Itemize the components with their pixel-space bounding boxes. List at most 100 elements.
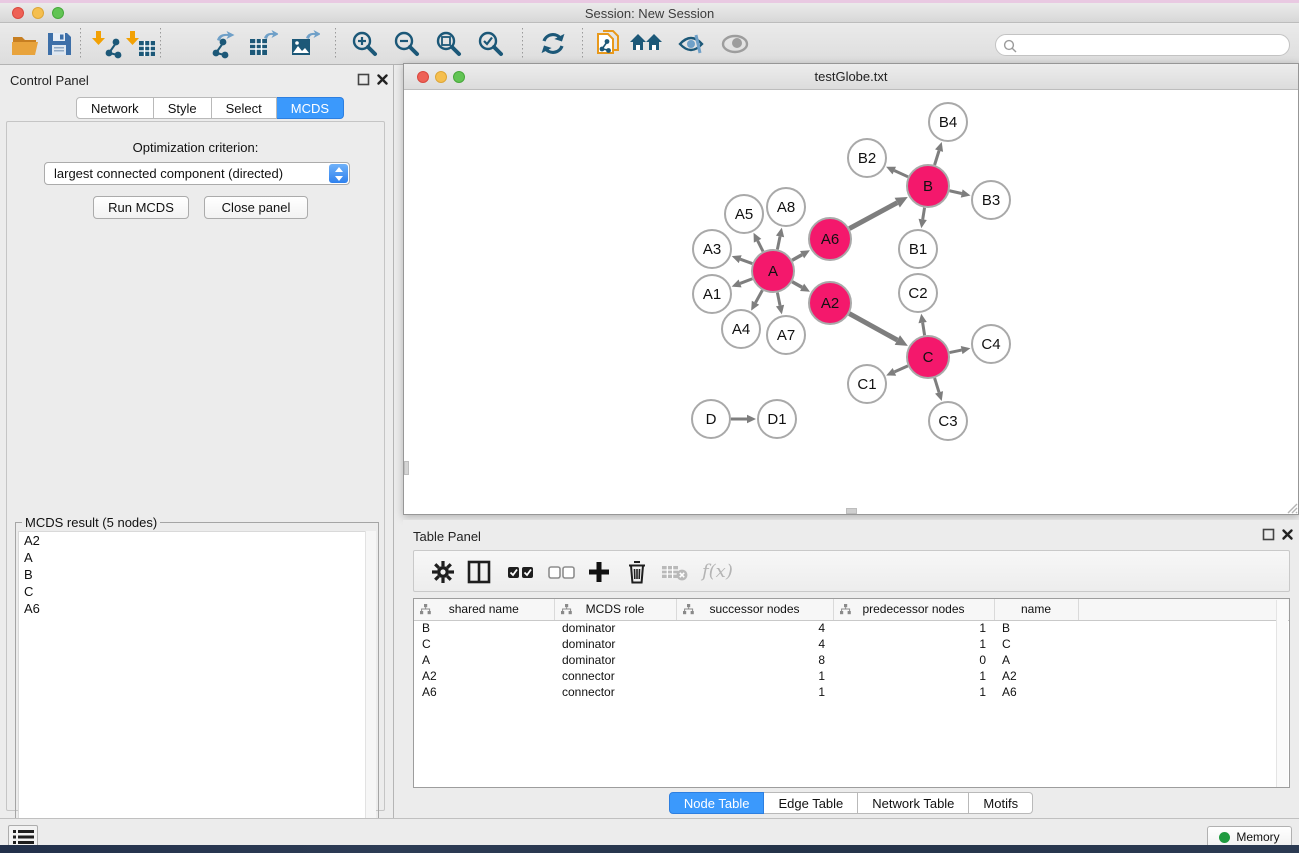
scrollbar-thumb[interactable] (846, 508, 857, 514)
node-label: A8 (777, 199, 795, 216)
graph-edge[interactable] (935, 378, 939, 392)
list-item[interactable]: B (19, 566, 366, 583)
float-panel-icon[interactable] (1262, 528, 1275, 541)
open-session-icon[interactable] (10, 29, 40, 59)
tab-style[interactable]: Style (154, 97, 212, 119)
graph-edge[interactable] (923, 208, 925, 220)
column-header-name[interactable]: name (994, 599, 1078, 620)
graph-edge[interactable] (792, 282, 802, 288)
edge-arrowhead-icon (732, 255, 742, 263)
network-window-titlebar[interactable]: testGlobe.txt (404, 64, 1298, 90)
add-column-icon[interactable] (586, 559, 612, 585)
graph-edge[interactable] (923, 323, 925, 336)
column-header-shared-name[interactable]: shared name (414, 599, 554, 620)
close-panel-button[interactable]: Close panel (204, 196, 308, 219)
graph-edge[interactable] (740, 259, 752, 263)
list-item[interactable]: C (19, 583, 366, 600)
zoom-fit-icon[interactable] (434, 29, 464, 59)
scrollbar-thumb[interactable] (404, 461, 409, 475)
graph-edge[interactable] (740, 279, 752, 284)
refresh-layout-icon[interactable] (538, 29, 568, 59)
float-panel-icon[interactable] (357, 73, 370, 86)
mcds-result-list[interactable]: A2 A B C A6 (18, 531, 367, 853)
graph-edge[interactable] (949, 191, 961, 194)
graph-edge[interactable] (849, 203, 897, 229)
toolbar-separator (335, 28, 336, 60)
table-header-row: shared name MCDS role successor nodes pr… (414, 599, 1290, 620)
resize-grip-icon[interactable] (1286, 502, 1298, 514)
list-item[interactable]: A (19, 549, 366, 566)
table-row[interactable]: A6connector11A6 (414, 684, 1290, 700)
node-label: C (923, 349, 934, 366)
tab-motifs[interactable]: Motifs (969, 792, 1033, 814)
main-toolbar (0, 24, 1299, 65)
run-mcds-button[interactable]: Run MCDS (93, 196, 189, 219)
graph-edge[interactable] (777, 236, 780, 249)
tab-edge-table[interactable]: Edge Table (764, 792, 858, 814)
node-label: C3 (938, 413, 957, 430)
search-box[interactable] (995, 34, 1290, 56)
duplicate-network-icon[interactable] (594, 29, 624, 59)
list-item[interactable]: A2 (19, 532, 366, 549)
delete-columns-icon[interactable] (624, 559, 650, 585)
export-image-icon[interactable] (290, 29, 320, 59)
import-network-icon[interactable] (92, 29, 122, 59)
zoom-in-icon[interactable] (350, 29, 380, 59)
tab-mcds[interactable]: MCDS (277, 97, 344, 119)
save-session-icon[interactable] (44, 29, 74, 59)
node-label: A2 (821, 295, 839, 312)
select-all-columns-icon[interactable] (506, 559, 532, 585)
toggle-bird-eye-icon[interactable] (720, 29, 750, 59)
graph-edge[interactable] (792, 255, 802, 261)
list-item[interactable]: A6 (19, 600, 366, 617)
table-row[interactable]: Adominator80A (414, 652, 1290, 668)
export-table-icon[interactable] (248, 29, 278, 59)
column-header-predecessor-nodes[interactable]: predecessor nodes (833, 599, 994, 620)
node-label: B (923, 178, 933, 195)
zoom-selected-icon[interactable] (476, 29, 506, 59)
show-graphics-details-icon[interactable] (676, 29, 706, 59)
graph-edge[interactable] (935, 151, 939, 165)
network-canvas[interactable]: A5A8A6A3AA1A2A4A7B4B2BB3B1C2C4CC1C3DD1 (404, 90, 1298, 514)
tab-network-table[interactable]: Network Table (858, 792, 969, 814)
edge-arrowhead-icon (918, 314, 926, 324)
column-layout-icon[interactable] (466, 559, 492, 585)
table-row[interactable]: Bdominator41B (414, 620, 1290, 636)
search-input[interactable] (1020, 36, 1280, 54)
main-window: Session: New Session (0, 3, 1299, 845)
graph-edge[interactable] (950, 350, 962, 352)
network-graph[interactable]: A5A8A6A3AA1A2A4A7B4B2BB3B1C2C4CC1C3DD1 (404, 90, 1298, 514)
tab-node-table[interactable]: Node Table (669, 792, 765, 814)
panel-divider[interactable] (393, 65, 394, 818)
scrollbar[interactable] (365, 531, 376, 853)
home-view-icon[interactable] (630, 29, 660, 59)
deselect-all-columns-icon[interactable] (547, 559, 573, 585)
toolbar-separator (80, 28, 81, 60)
graph-edge[interactable] (777, 293, 780, 306)
tab-select[interactable]: Select (212, 97, 277, 119)
table-row[interactable]: Cdominator41C (414, 636, 1290, 652)
delete-table-icon[interactable] (660, 559, 686, 585)
graph-edge[interactable] (894, 171, 908, 177)
function-builder-icon[interactable]: f(x) (702, 561, 733, 582)
optimization-criterion-select[interactable]: largest connected component (directed) (44, 162, 350, 185)
table-settings-icon[interactable] (430, 559, 456, 585)
table-toolbar: f(x) (413, 550, 1290, 592)
close-panel-icon[interactable] (376, 73, 389, 86)
import-table-icon[interactable] (126, 29, 156, 59)
export-network-icon[interactable] (206, 29, 236, 59)
column-header-successor-nodes[interactable]: successor nodes (676, 599, 833, 620)
graph-edge[interactable] (755, 290, 762, 302)
graph-edge[interactable] (894, 366, 907, 372)
scrollbar[interactable] (1276, 600, 1288, 788)
close-panel-icon[interactable] (1281, 528, 1294, 541)
graph-edge[interactable] (849, 314, 897, 340)
graph-edge[interactable] (758, 241, 763, 252)
tab-network[interactable]: Network (76, 97, 154, 119)
column-header-mcds-role[interactable]: MCDS role (554, 599, 676, 620)
table-row[interactable]: A2connector11A2 (414, 668, 1290, 684)
mcds-result-group: MCDS result (5 nodes) A2 A B C A6 (15, 522, 379, 853)
zoom-out-icon[interactable] (392, 29, 422, 59)
node-table[interactable]: shared name MCDS role successor nodes pr… (413, 598, 1290, 788)
edge-arrowhead-icon (747, 415, 756, 423)
